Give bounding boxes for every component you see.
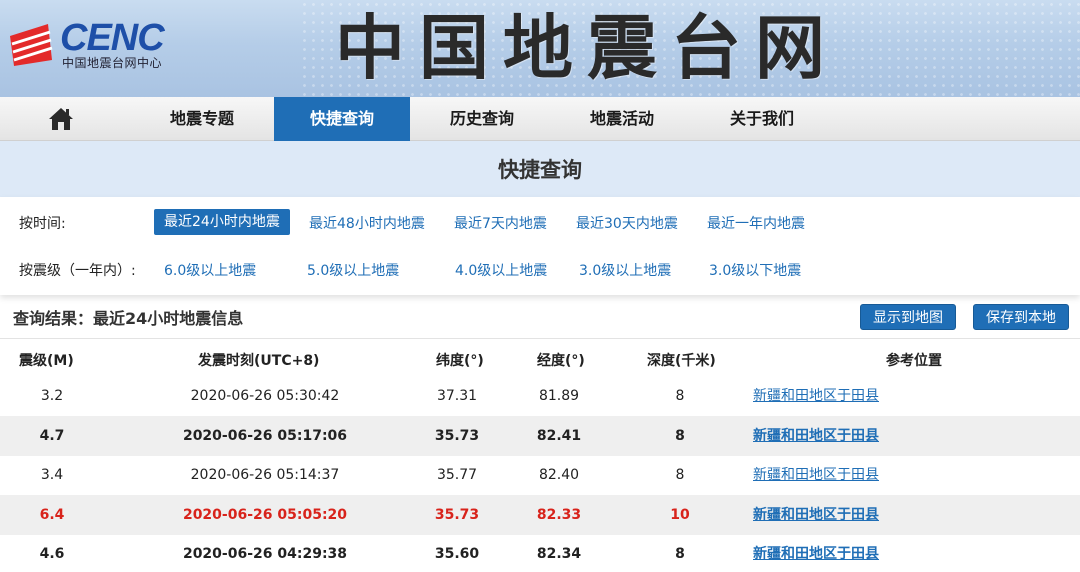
cell-longitude: 82.34 — [536, 546, 582, 562]
cell-time: 2020-06-26 05:30:42 — [190, 388, 340, 404]
mag-option-6[interactable]: 6.0级以上地震 — [164, 260, 256, 280]
mag-option-3-above[interactable]: 3.0级以上地震 — [579, 260, 671, 280]
cell-depth: 8 — [675, 427, 685, 444]
cell-longitude: 82.33 — [536, 506, 582, 523]
cell-longitude: 82.41 — [536, 427, 582, 444]
mag-option-3-below[interactable]: 3.0级以下地震 — [709, 260, 801, 280]
col-header-longitude: 经度(°) — [537, 353, 585, 369]
cell-magnitude: 3.4 — [40, 467, 64, 483]
time-option-24h[interactable]: 最近24小时内地震 — [154, 209, 290, 235]
cell-depth: 8 — [675, 388, 685, 404]
cell-location[interactable]: 新疆和田地区于田县 — [740, 495, 892, 535]
logo-subtitle: 中国地震台网中心 — [62, 56, 163, 70]
quick-query-title: 快捷查询 — [498, 158, 582, 182]
cell-latitude: 35.77 — [436, 467, 478, 483]
cell-longitude: 81.89 — [538, 388, 580, 404]
divider — [0, 338, 1080, 339]
site-title: 中国地震台网 — [335, 6, 839, 89]
table-row: 3.4 2020-06-26 05:14:37 35.77 82.40 8 新疆和田地区于… — [0, 455, 1080, 495]
mag-option-4[interactable]: 4.0级以上地震 — [455, 260, 547, 280]
site-header: CENC 中国地震台网中心 中国地震台网 — [0, 0, 1080, 97]
cell-location[interactable]: 新疆和田地区于田县 — [740, 376, 892, 416]
cell-magnitude: 3.2 — [40, 388, 64, 404]
col-header-time: 发震时刻(UTC+8) — [198, 353, 320, 369]
cell-location[interactable]: 新疆和田地区于田县 — [740, 534, 892, 572]
nav-item-quick-query[interactable]: 快捷查询 — [274, 97, 410, 141]
cell-time: 2020-06-26 05:14:37 — [190, 467, 340, 483]
time-option-30d[interactable]: 最近30天内地震 — [576, 213, 678, 233]
by-time-label: 按时间: — [19, 216, 66, 232]
main-nav: 地震专题 快捷查询 历史查询 地震活动 关于我们 — [0, 97, 1080, 141]
cell-location[interactable]: 新疆和田地区于田县 — [740, 416, 892, 456]
cell-magnitude: 4.7 — [39, 427, 65, 444]
cenc-logo[interactable]: CENC 中国地震台网中心 — [6, 18, 196, 72]
col-header-depth: 深度(千米) — [647, 353, 716, 369]
table-row: 4.7 2020-06-26 05:17:06 35.73 82.41 8 新疆和田地区于… — [0, 415, 1080, 456]
quick-query-header: 快捷查询 — [0, 141, 1080, 197]
table-row: 4.6 2020-06-26 04:29:38 35.60 82.34 8 新疆和田地区于… — [0, 534, 1080, 572]
cell-depth: 10 — [670, 506, 690, 523]
cell-longitude: 82.40 — [538, 467, 580, 483]
nav-item-topics[interactable]: 地震专题 — [132, 97, 272, 141]
cell-time: 2020-06-26 04:29:38 — [182, 546, 348, 562]
table-row: 3.2 2020-06-26 05:30:42 37.31 81.89 8 新疆和田地区于… — [0, 376, 1080, 416]
cell-latitude: 35.60 — [434, 546, 480, 562]
col-header-magnitude: 震级(M) — [19, 353, 74, 369]
cell-time: 2020-06-26 05:05:20 — [182, 506, 348, 523]
cell-time: 2020-06-26 05:17:06 — [182, 427, 348, 444]
time-option-7d[interactable]: 最近7天内地震 — [454, 213, 547, 233]
quick-query-panel: 按时间: 最近24小时内地震 最近48小时内地震 最近7天内地震 最近30天内地… — [0, 197, 1080, 295]
nav-item-history-query[interactable]: 历史查询 — [412, 97, 552, 141]
time-option-48h[interactable]: 最近48小时内地震 — [309, 213, 425, 233]
cell-latitude: 35.73 — [434, 506, 480, 523]
col-header-location: 参考位置 — [886, 353, 942, 369]
save-local-button[interactable]: 保存到本地 — [973, 304, 1069, 330]
by-magnitude-label: 按震级（一年内）: — [19, 263, 136, 279]
cell-location[interactable]: 新疆和田地区于田县 — [740, 455, 892, 495]
time-option-1y[interactable]: 最近一年内地震 — [707, 213, 805, 233]
cell-depth: 8 — [675, 546, 685, 562]
cell-depth: 8 — [675, 467, 685, 483]
results-title: 查询结果：最近24小时地震信息 — [13, 309, 244, 328]
show-map-button[interactable]: 显示到地图 — [860, 304, 956, 330]
cell-magnitude: 4.6 — [39, 546, 65, 562]
cenc-logo-icon — [10, 24, 53, 66]
cell-latitude: 37.31 — [436, 388, 478, 404]
logo-text: CENC — [60, 17, 165, 59]
mag-option-5[interactable]: 5.0级以上地震 — [307, 260, 399, 280]
table-row: 6.4 2020-06-26 05:05:20 35.73 82.33 10 新疆和田地区… — [0, 494, 1080, 535]
col-header-latitude: 纬度(°) — [436, 353, 484, 369]
cell-magnitude: 6.4 — [39, 506, 65, 523]
nav-item-about[interactable]: 关于我们 — [692, 97, 832, 141]
home-icon[interactable] — [48, 107, 74, 131]
cell-latitude: 35.73 — [434, 427, 480, 444]
nav-item-activity[interactable]: 地震活动 — [552, 97, 692, 141]
